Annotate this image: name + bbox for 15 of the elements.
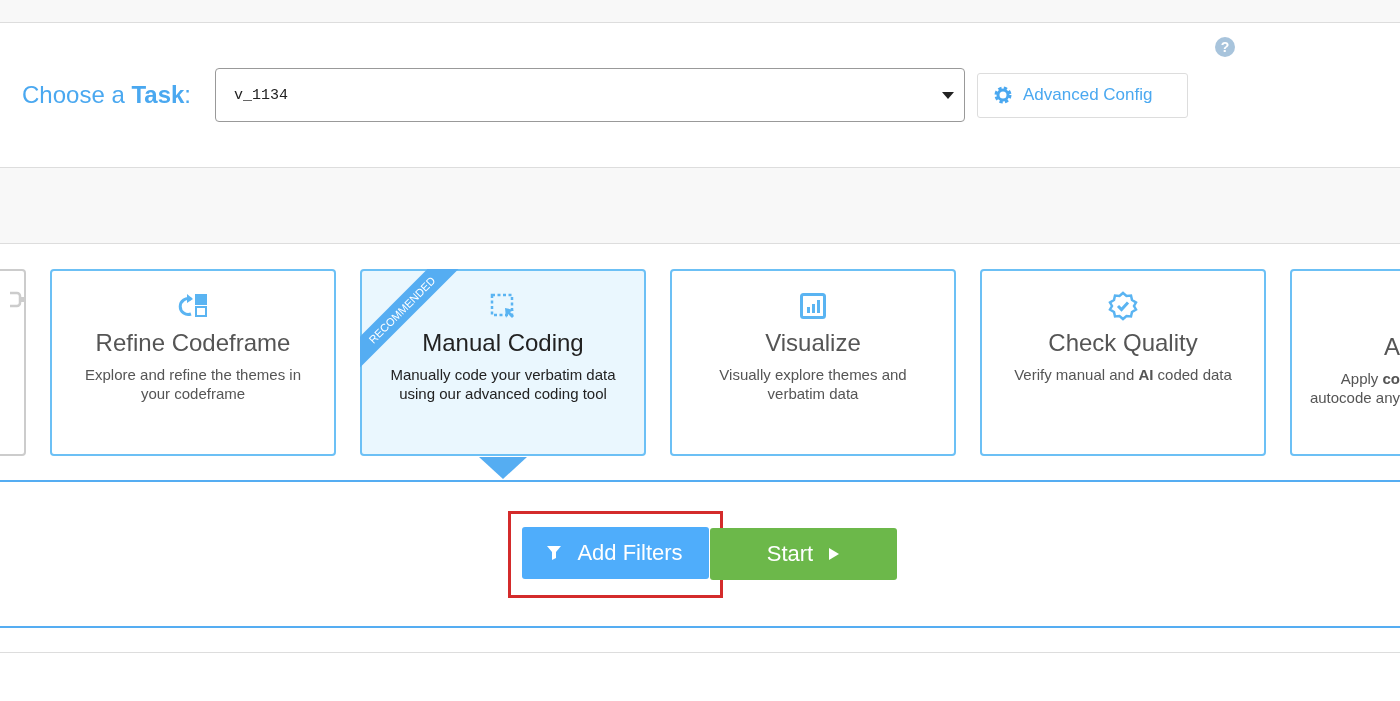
card-title: A xyxy=(1384,333,1400,361)
card-description: Explore and refine the themes in your codeframe xyxy=(85,365,301,403)
task-card[interactable]: Refine Codeframe Explore and refine the themes in your codeframe xyxy=(50,269,336,456)
task-dropdown[interactable]: v_1134 xyxy=(215,68,965,122)
card-description: Verify manual and AI coded data xyxy=(1014,365,1232,384)
task-label: Choose a Task: xyxy=(22,81,192,109)
card-description: Manually code your verbatim data using our advanced coding tool xyxy=(390,365,616,403)
card-description: Visually explore themes and verbatim data xyxy=(719,365,907,403)
card-description: Apply co autocode any xyxy=(1309,369,1400,407)
card-title: Check Quality xyxy=(1048,329,1198,357)
card-title: Refine Codeframe xyxy=(95,329,291,357)
task-card[interactable]: Visualize Visually explore themes and verbatim data xyxy=(670,269,956,456)
task-card[interactable]: Check Quality Verify manual and AI coded data xyxy=(980,269,1266,456)
task-card[interactable]: A Apply co autocode any xyxy=(1290,269,1400,456)
card-title: Visualize xyxy=(765,329,861,357)
